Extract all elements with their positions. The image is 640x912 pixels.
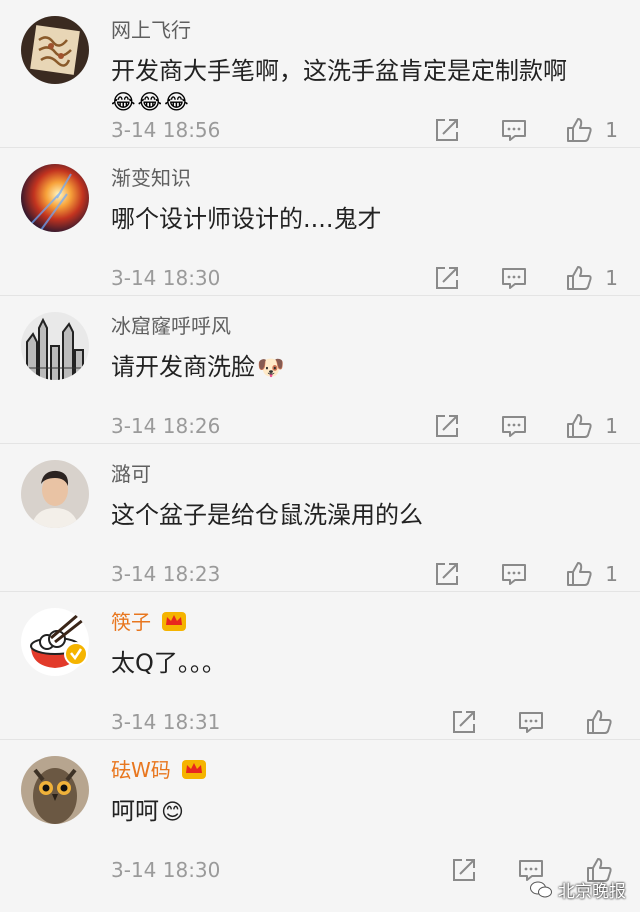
thumbs-up-icon <box>587 710 612 734</box>
laughing-tears-emoji-icon: 😂 <box>111 90 136 114</box>
username[interactable]: 网上飞行 <box>111 16 191 44</box>
smile-emoji-icon: 😊 <box>161 800 184 825</box>
vip-crown-icon <box>181 760 206 779</box>
laughing-tears-emoji-icon: 😂 <box>164 90 189 114</box>
comment-button[interactable] <box>501 558 527 590</box>
username[interactable]: 冰窟窿呼呼风 <box>111 312 231 340</box>
thumbs-up-icon <box>567 414 592 438</box>
comment-item: 渐变知识 哪个设计师设计的....鬼才 3-14 18:30 1 <box>0 148 640 296</box>
comment-text: 太Q了。。。 <box>111 649 226 677</box>
thumbs-up-icon <box>567 118 592 142</box>
avatar[interactable] <box>21 16 89 84</box>
username[interactable]: 渐变知识 <box>111 164 191 192</box>
comment-text-body: 请开发商洗脸 <box>111 353 255 381</box>
like-count: 1 <box>605 414 618 438</box>
share-button[interactable] <box>451 706 477 738</box>
share-button[interactable] <box>434 114 460 146</box>
share-button[interactable] <box>434 410 460 442</box>
username[interactable]: 砝W码 <box>111 756 207 784</box>
avatar[interactable] <box>21 460 89 528</box>
wechat-icon <box>530 881 552 897</box>
username-text: 砝W码 <box>111 758 171 782</box>
share-icon <box>436 119 458 141</box>
patterned-tile-avatar-icon <box>21 16 89 84</box>
like-count: 1 <box>605 118 618 142</box>
comment-item: 冰窟窿呼呼风 请开发商洗脸🐶 3-14 18:26 1 <box>0 296 640 444</box>
owl-photo-avatar-icon <box>21 756 89 824</box>
comment-item: 潞可 这个盆子是给仓鼠洗澡用的么 3-14 18:23 1 <box>0 444 640 592</box>
comment-bubble-icon <box>502 268 526 289</box>
comment-bubble-icon <box>519 712 543 733</box>
avatar[interactable] <box>21 164 89 232</box>
thumbs-up-icon <box>567 266 592 290</box>
emoji-row: 😂😂😂 <box>111 90 191 114</box>
share-icon <box>453 859 475 881</box>
avatar[interactable] <box>21 756 89 824</box>
like-count: 1 <box>605 266 618 290</box>
timestamp: 3-14 18:26 <box>111 414 221 438</box>
share-button[interactable] <box>434 558 460 590</box>
verified-badge-icon <box>64 642 88 666</box>
comment-button[interactable] <box>518 706 544 738</box>
comment-button[interactable] <box>501 262 527 294</box>
like-button[interactable]: 1 <box>565 114 618 146</box>
timestamp: 3-14 18:23 <box>111 562 221 586</box>
comment-button[interactable] <box>501 114 527 146</box>
username[interactable]: 筷子 <box>111 608 187 636</box>
share-button[interactable] <box>434 262 460 294</box>
like-button[interactable]: 1 <box>565 262 618 294</box>
comment-button[interactable] <box>501 410 527 442</box>
doge-emoji-icon: 🐶 <box>257 356 285 381</box>
comment-text: 请开发商洗脸🐶 <box>111 350 284 386</box>
comment-item: 网上飞行 开发商大手笔啊，这洗手盆肯定是定制款啊 😂😂😂 3-14 18:56 … <box>0 0 640 148</box>
share-button[interactable] <box>451 854 477 886</box>
comment-text-body: 呵呵 <box>111 797 159 825</box>
comment-bubble-icon <box>502 120 526 141</box>
username[interactable]: 潞可 <box>111 460 151 488</box>
comment-text: 开发商大手笔啊，这洗手盆肯定是定制款啊 <box>111 57 567 85</box>
share-icon <box>436 415 458 437</box>
like-button[interactable] <box>585 706 613 738</box>
timestamp: 3-14 18:56 <box>111 118 221 142</box>
comment-bubble-icon <box>502 564 526 585</box>
comment-item: 砝W码 呵呵😊 3-14 18:30 <box>0 740 640 888</box>
share-icon <box>436 563 458 585</box>
sketch-city-avatar-icon <box>21 312 89 380</box>
watermark: 北京晚报 <box>530 877 626 902</box>
comment-text: 呵呵😊 <box>111 794 184 830</box>
like-button[interactable]: 1 <box>565 410 618 442</box>
timestamp: 3-14 18:31 <box>111 710 221 734</box>
comment-text: 哪个设计师设计的....鬼才 <box>111 205 382 233</box>
timestamp: 3-14 18:30 <box>111 266 221 290</box>
comment-text: 这个盆子是给仓鼠洗澡用的么 <box>111 501 423 529</box>
comment-bubble-icon <box>502 416 526 437</box>
person-photo-avatar-icon <box>21 460 89 528</box>
timestamp: 3-14 18:30 <box>111 858 221 882</box>
share-icon <box>436 267 458 289</box>
username-text: 筷子 <box>111 610 151 634</box>
watermark-text: 北京晚报 <box>558 882 626 902</box>
share-icon <box>453 711 475 733</box>
thumbs-up-icon <box>567 562 592 586</box>
vip-crown-icon <box>162 612 186 631</box>
laughing-tears-emoji-icon: 😂 <box>137 90 163 114</box>
like-count: 1 <box>605 562 618 586</box>
comment-list: 网上飞行 开发商大手笔啊，这洗手盆肯定是定制款啊 😂😂😂 3-14 18:56 … <box>0 0 640 888</box>
comment-item: 筷子 太Q了。。。 3-14 18:31 <box>0 592 640 740</box>
like-button[interactable]: 1 <box>565 558 618 590</box>
light-burst-avatar-icon <box>21 164 89 232</box>
avatar[interactable] <box>21 312 89 380</box>
